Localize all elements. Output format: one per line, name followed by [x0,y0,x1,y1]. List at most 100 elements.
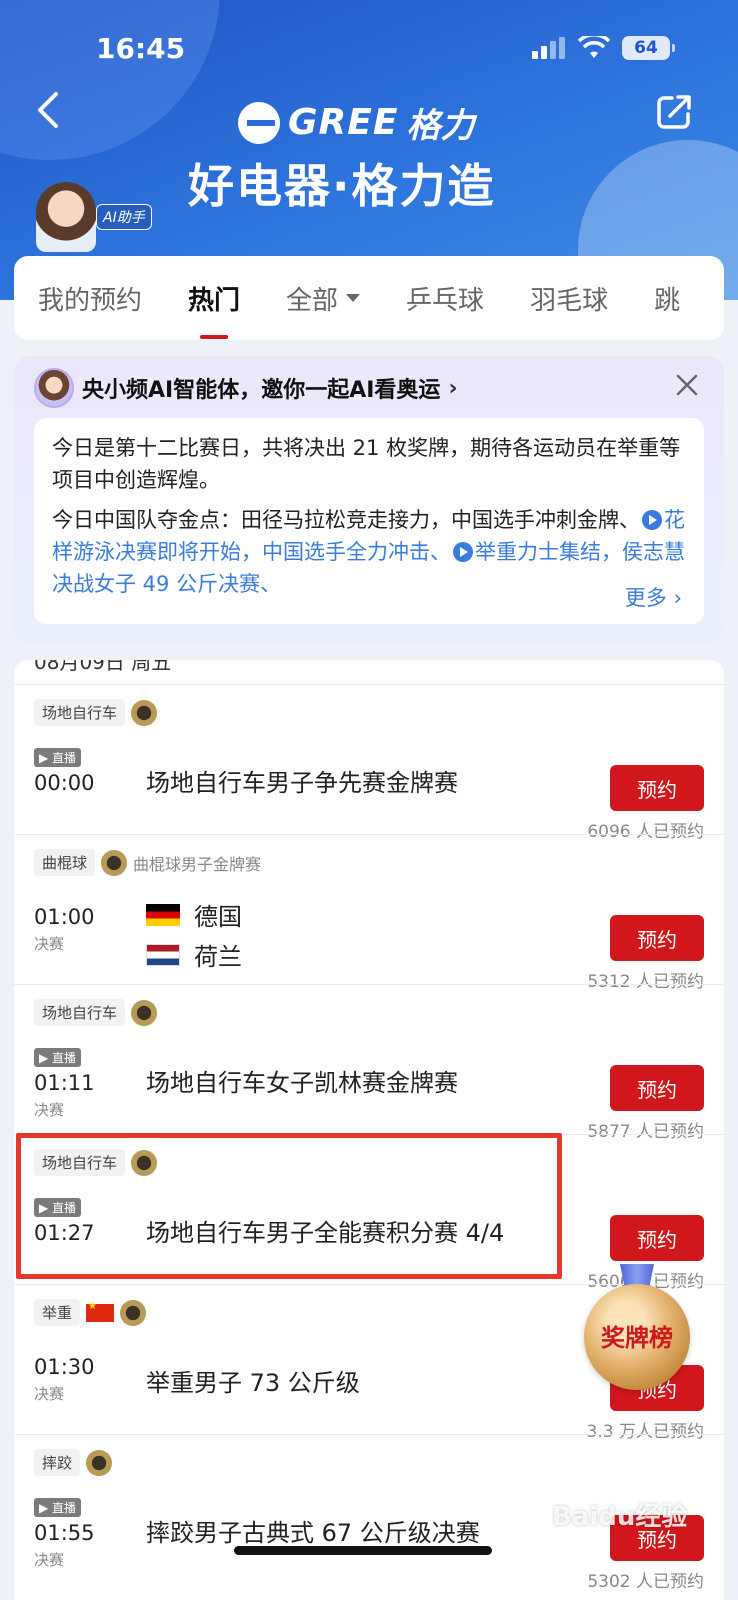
event-tags: 摔跤 [34,1449,113,1476]
tab-label: 乒乓球 [406,285,485,316]
event-tags: 举重 [34,1299,147,1326]
live-badge: ▶ 直播 [34,1048,82,1067]
event-stage: 决赛 [34,1101,65,1119]
germany-flag-icon [146,903,180,926]
event-subtitle: 曲棍球男子金牌赛 [133,854,262,874]
tab-table-tennis[interactable]: 乒乓球 [406,280,484,317]
chevron-right-icon: › [448,375,458,401]
tab-label: 羽毛球 [530,285,609,316]
play-icon [642,510,662,530]
sport-tag: 场地自行车 [34,699,126,726]
event-title: 摔跤男子古典式 67 公斤级决赛 [146,1519,480,1547]
event-time-block: 01:30 决赛 [34,1355,95,1404]
date-header: 08月09日 周五 [34,660,172,674]
tab-hot[interactable]: 热门 [188,280,240,317]
app-header: 16:45 64 GREE 格力 好电器·格力造 AI助手 [0,0,738,300]
tab-badminton[interactable]: 羽毛球 [530,280,608,317]
brand-name-en: GREE [288,102,399,143]
ai-assistant-badge[interactable]: AI助手 [96,204,152,230]
share-button[interactable] [654,92,694,132]
list-item[interactable]: 场地自行车 ▶ 直播 00:00 场地自行车男子争先赛金牌赛 预约 6096 人… [14,684,724,842]
event-title: 场地自行车男子争先赛金牌赛 [146,769,458,797]
more-link[interactable]: 更多 › [610,582,682,614]
event-time-block: ▶ 直播 01:11 决赛 [34,1047,95,1120]
gold-medal-icon [101,849,128,876]
header-decoration [0,0,220,160]
ai-assistant-avatar[interactable] [36,182,96,252]
event-time: 01:11 [34,1071,95,1095]
watermark: Baidu经验 [552,1502,688,1532]
gold-medal-icon [131,699,158,726]
team-name: 德国 [194,903,242,931]
reserve-count: 5302 人已预约 [587,1572,704,1592]
team-name: 荷兰 [194,943,242,971]
back-button[interactable] [30,88,66,132]
more-label: 更多 [624,586,667,610]
event-stage: 决赛 [34,1551,65,1569]
tab-my-reservations[interactable]: 我的预约 [38,280,142,317]
wifi-icon [578,36,610,58]
gold-medal-icon [120,1299,147,1326]
ai-banner-header[interactable]: 央小频AI智能体，邀你一起AI看奥运 › [34,368,458,408]
sport-tag: 曲棍球 [34,849,96,876]
category-tabs: 我的预约 热门 全部 乒乓球 羽毛球 跳 [14,256,724,340]
highlight-lead: 今日中国队夺金点：田径马拉松竞走接力，中国选手冲刺金牌、 [52,508,640,532]
sport-tag: 摔跤 [34,1449,81,1476]
gree-logo-icon [238,101,280,144]
brand-name-cn: 格力 [406,106,475,146]
event-time: 01:30 [34,1355,95,1379]
event-time: 00:00 [34,771,95,795]
tab-all[interactable]: 全部 [286,280,361,317]
reserve-button[interactable]: 预约 [610,1215,704,1261]
medal-table-button[interactable]: 奖牌榜 [582,1264,692,1404]
status-icons: 64 [532,36,675,60]
tab-label: 热门 [188,285,241,316]
event-title: 举重男子 73 公斤级 [146,1369,360,1397]
caret-down-icon [346,294,361,302]
list-item[interactable]: 曲棍球 曲棍球男子金牌赛 01:00 决赛 德国 荷兰 预约 5312 人已预约 [14,834,724,992]
event-time-block: ▶ 直播 00:00 [34,747,95,795]
china-flag-icon [86,1301,115,1322]
live-label: 直播 [52,751,77,765]
sport-tag: 场地自行车 [34,999,126,1026]
brand-slogan: 好电器·格力造 [188,159,496,213]
ai-summary: 今日是第十二比赛日，共将决出 21 枚奖牌，期待各运动员在举重等项目中创造辉煌。… [34,418,704,624]
event-time: 01:55 [34,1521,95,1545]
tab-label: 我的预约 [38,285,143,316]
status-time: 16:45 [96,32,186,65]
list-item[interactable]: 场地自行车 ▶ 直播 01:11 决赛 场地自行车女子凯林赛金牌赛 预约 587… [14,984,724,1142]
medal-table-label: 奖牌榜 [601,1324,673,1352]
team-netherlands: 荷兰 [146,937,242,972]
reserve-button[interactable]: 预约 [610,1065,704,1111]
ai-banner: 央小频AI智能体，邀你一起AI看奥运 › 今日是第十二比赛日，共将决出 21 枚… [14,356,724,644]
event-tags: 场地自行车 [34,999,158,1026]
live-label: 直播 [52,1051,77,1065]
play-icon [453,542,473,562]
live-badge: ▶ 直播 [34,1498,82,1517]
highlight-annotation [16,1133,562,1279]
signal-icon [532,37,565,59]
sport-tag: 举重 [34,1299,81,1326]
gold-medal-icon [86,1449,113,1476]
ai-summary-highlights: 今日中国队夺金点：田径马拉松竞走接力，中国选手冲刺金牌、 花样游泳决赛即将开始，中… [52,504,686,600]
ai-agent-avatar [34,368,74,408]
event-time-block: 01:00 决赛 [34,905,95,954]
home-indicator[interactable] [234,1546,492,1555]
event-title: 场地自行车女子凯林赛金牌赛 [146,1069,458,1097]
event-time: 01:00 [34,905,95,929]
event-tags: 场地自行车 [34,699,158,726]
brand-logo: GREE 格力 [238,98,474,147]
ai-banner-title: 央小频AI智能体，邀你一起AI看奥运 [82,378,441,403]
netherlands-flag-icon [146,943,180,966]
tab-diving[interactable]: 跳 [654,280,680,317]
event-time-block: ▶ 直播 01:55 决赛 [34,1497,95,1570]
gold-medal-icon [131,999,158,1026]
schedule-list: 08月09日 周五 场地自行车 ▶ 直播 00:00 场地自行车男子争先赛金牌赛… [14,660,724,1600]
close-icon[interactable] [674,372,700,398]
battery-indicator: 64 [622,36,675,60]
reserve-button[interactable]: 预约 [610,915,704,961]
reserve-button[interactable]: 预约 [610,765,704,811]
tab-label: 跳 [654,285,681,316]
event-stage: 决赛 [34,935,65,953]
event-tags: 曲棍球 曲棍球男子金牌赛 [34,849,261,876]
